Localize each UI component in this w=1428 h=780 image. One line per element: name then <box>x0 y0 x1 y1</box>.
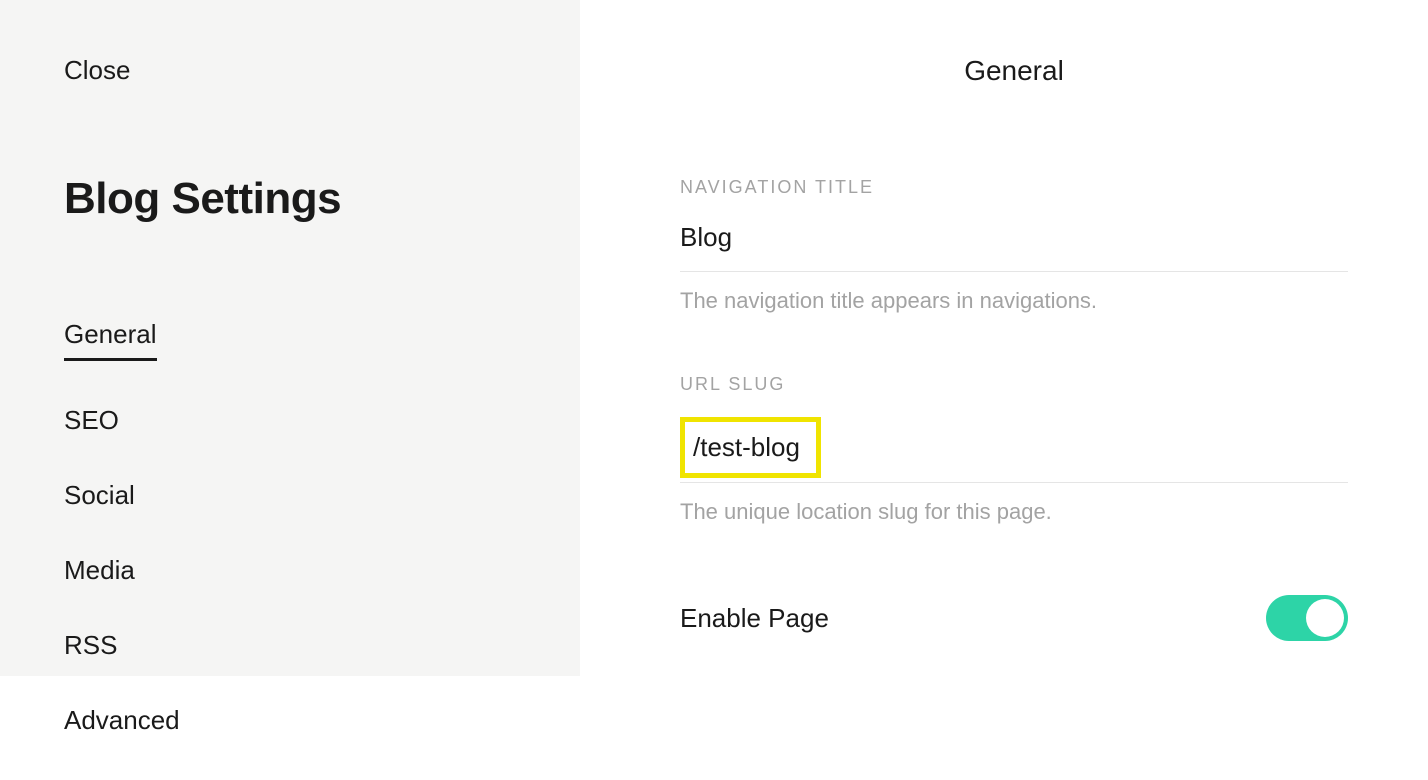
toggle-knob <box>1306 599 1344 637</box>
url-slug-underline <box>680 482 1348 483</box>
settings-title: Blog Settings <box>64 174 580 224</box>
settings-main: General NAVIGATION TITLE The navigation … <box>580 0 1428 676</box>
settings-nav: General SEO Social Media RSS Advanced <box>64 319 580 780</box>
nav-item-seo[interactable]: SEO <box>64 405 119 436</box>
nav-item-advanced[interactable]: Advanced <box>64 705 180 736</box>
nav-item-media[interactable]: Media <box>64 555 135 586</box>
navigation-title-group: NAVIGATION TITLE The navigation title ap… <box>680 177 1348 314</box>
enable-page-label: Enable Page <box>680 603 829 634</box>
url-slug-group: URL SLUG /test-blog The unique location … <box>680 374 1348 525</box>
close-button[interactable]: Close <box>64 55 130 86</box>
url-slug-input[interactable]: /test-blog <box>693 432 800 462</box>
nav-item-rss[interactable]: RSS <box>64 630 117 661</box>
nav-item-general[interactable]: General <box>64 319 157 361</box>
settings-sidebar: Close Blog Settings General SEO Social M… <box>0 0 580 676</box>
url-slug-description: The unique location slug for this page. <box>680 499 1348 525</box>
navigation-title-description: The navigation title appears in navigati… <box>680 288 1348 314</box>
enable-page-row: Enable Page <box>680 595 1348 641</box>
url-slug-label: URL SLUG <box>680 374 1348 395</box>
panel-title: General <box>680 55 1348 87</box>
navigation-title-label: NAVIGATION TITLE <box>680 177 1348 198</box>
navigation-title-input[interactable] <box>680 220 1348 272</box>
url-slug-highlight: /test-blog <box>680 417 821 478</box>
enable-page-toggle[interactable] <box>1266 595 1348 641</box>
nav-item-social[interactable]: Social <box>64 480 135 511</box>
